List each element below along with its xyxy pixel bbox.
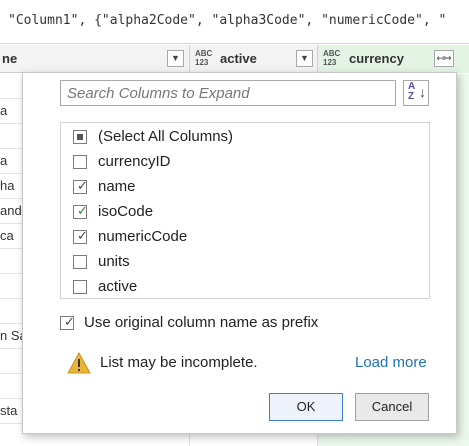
column-option-label: active (98, 278, 138, 295)
formula-text[interactable]: "Column1", {"alpha2Code", "alpha3Code", … (8, 13, 446, 28)
column-option-checkbox[interactable] (73, 280, 87, 294)
warning-icon (67, 352, 91, 374)
column-option-label: (Select All Columns) (98, 128, 234, 145)
prefix-label: Use original column name as prefix (84, 314, 319, 331)
type-any-icon[interactable]: ABC 123 (323, 49, 340, 67)
expand-column-icon[interactable]: ↤↦ (434, 50, 454, 67)
column-header-row: ne ▼ ABC 123 active ▼ ABC 123 currency ↤… (0, 45, 469, 73)
column-option-label: name (98, 178, 136, 195)
formula-bar[interactable]: "Column1", {"alpha2Code", "alpha3Code", … (0, 0, 469, 44)
column-option-checkbox[interactable]: ✓ (73, 178, 88, 194)
columns-checklist: (Select All Columns) currencyID ✓ name ✓ isoC… (60, 122, 430, 299)
column-title-active: active (220, 51, 257, 66)
column-option-label: isoCode (98, 203, 154, 220)
column-filter-dropdown-icon[interactable]: ▼ (296, 50, 313, 67)
column-option-checkbox[interactable] (73, 155, 87, 169)
column-option-checkbox[interactable]: ✓ (73, 203, 88, 219)
sort-ascending-button[interactable]: AZ ↓ (403, 80, 429, 106)
expand-columns-popup: AZ ↓ (Select All Columns) currencyID ✓ name… (22, 72, 457, 434)
column-header-active[interactable]: ABC 123 active ▼ (190, 45, 318, 73)
sort-arrow-icon: ↓ (419, 84, 426, 100)
prefix-checkbox[interactable]: ✓ (60, 314, 75, 330)
warning-text: List may be incomplete. (100, 354, 258, 371)
column-option-checkbox[interactable] (73, 130, 87, 144)
sort-az-icon: AZ (408, 81, 416, 102)
column-option-checkbox[interactable]: ✓ (73, 228, 88, 244)
type-any-icon[interactable]: ABC 123 (195, 49, 212, 67)
search-columns-input[interactable] (61, 81, 395, 105)
column-option-label: numericCode (98, 228, 188, 245)
cancel-button[interactable]: Cancel (355, 393, 429, 421)
column-header-name[interactable]: ne ▼ (0, 45, 190, 73)
column-header-currency[interactable]: ABC 123 currency ↤↦ (318, 45, 469, 73)
column-option-label: currencyID (98, 153, 171, 170)
ok-button[interactable]: OK (269, 393, 343, 421)
warning-row: List may be incomplete. Load more (67, 351, 432, 377)
column-title-currency: currency (349, 51, 404, 66)
column-title-name: ne (2, 51, 18, 66)
column-option-label: units (98, 253, 130, 270)
search-columns-box[interactable] (60, 80, 396, 106)
load-more-link[interactable]: Load more (355, 354, 427, 371)
column-option-checkbox[interactable] (73, 255, 87, 269)
column-filter-dropdown-icon[interactable]: ▼ (167, 50, 184, 67)
